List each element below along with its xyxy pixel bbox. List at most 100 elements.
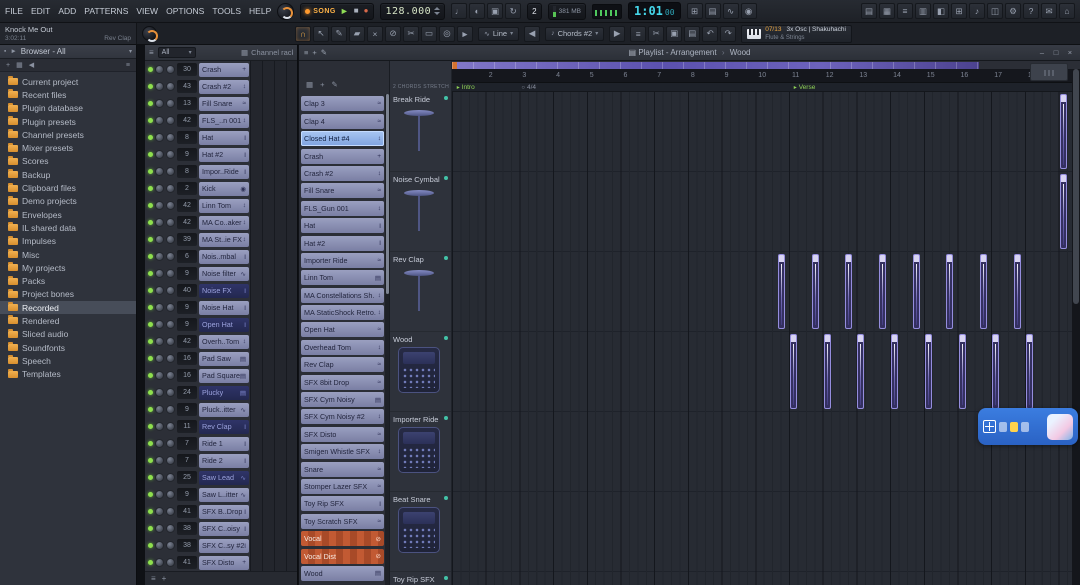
channel-number[interactable]: 8 bbox=[177, 131, 197, 144]
channel-row[interactable]: 7 Ride 1 Ⅰ bbox=[145, 435, 297, 452]
channel-enable-led[interactable] bbox=[148, 152, 153, 157]
channel-number[interactable]: 9 bbox=[177, 148, 197, 161]
loop-record-icon[interactable]: ↻ bbox=[505, 3, 521, 19]
browser-item[interactable]: Clipboard files bbox=[0, 181, 136, 194]
marker-row[interactable]: ▸ Intro ○ 4/4 ▸ Verse bbox=[452, 83, 1072, 92]
channel-pan-knob[interactable] bbox=[155, 218, 164, 227]
browser-header[interactable]: ▪► Browser - All ▾ bbox=[0, 45, 136, 59]
channel-row[interactable]: 6 Nois..mbal Ⅰ bbox=[145, 248, 297, 265]
track-led[interactable] bbox=[444, 96, 448, 100]
slice-tool-icon[interactable]: ✂ bbox=[403, 26, 419, 42]
mixer-icon[interactable]: ▥ bbox=[915, 3, 931, 19]
channel-row[interactable]: 2 Kick ◉ bbox=[145, 180, 297, 197]
channel-row[interactable]: 7 Ride 2 Ⅰ bbox=[145, 452, 297, 469]
track-led[interactable] bbox=[444, 256, 448, 260]
channel-volume-knob[interactable] bbox=[166, 558, 175, 567]
browser-item[interactable]: Mixer presets bbox=[0, 141, 136, 154]
browser-item[interactable]: Speech bbox=[0, 354, 136, 367]
channel-row[interactable]: 9 Hat #2 Ⅰ bbox=[145, 146, 297, 163]
channel-volume-knob[interactable] bbox=[166, 354, 175, 363]
picker-item[interactable]: Hat #2 Ⅰ bbox=[301, 236, 384, 251]
picker-draw-icon[interactable]: ✎ bbox=[331, 80, 337, 89]
browser-item[interactable]: Sliced audio bbox=[0, 328, 136, 341]
zoom-tool-icon[interactable]: ◎ bbox=[439, 26, 455, 42]
step-edit-icon[interactable]: ⊞ bbox=[687, 3, 703, 19]
channel-volume-knob[interactable] bbox=[166, 439, 175, 448]
metronome-icon[interactable]: ♩ bbox=[451, 3, 467, 19]
channel-pan-knob[interactable] bbox=[155, 388, 164, 397]
picker-scrollbar[interactable] bbox=[385, 94, 389, 585]
redo-icon[interactable]: ↷ bbox=[720, 26, 736, 42]
channel-pan-knob[interactable] bbox=[155, 456, 164, 465]
channel-row[interactable]: 38 SFX C..oisy Ⅰ bbox=[145, 520, 297, 537]
menu-item[interactable]: VIEW bbox=[136, 6, 158, 16]
audio-clip-wood[interactable] bbox=[992, 334, 999, 409]
channel-row[interactable]: 9 Saw L..itter ∿ bbox=[145, 486, 297, 503]
overdub-icon[interactable]: ◉ bbox=[741, 3, 757, 19]
channel-row[interactable]: 9 Noise filter ∿ bbox=[145, 265, 297, 282]
channel-pan-knob[interactable] bbox=[155, 99, 164, 108]
channel-number[interactable]: 7 bbox=[177, 437, 197, 450]
channel-volume-knob[interactable] bbox=[166, 541, 175, 550]
menu-item[interactable]: FILE bbox=[5, 6, 23, 16]
channel-number[interactable]: 30 bbox=[177, 63, 197, 76]
minimize-button[interactable]: – bbox=[1037, 48, 1047, 57]
channel-number[interactable]: 42 bbox=[177, 199, 197, 212]
picker-item[interactable]: Crash + bbox=[301, 149, 384, 164]
browser-item[interactable]: Channel presets bbox=[0, 128, 136, 141]
channel-volume-knob[interactable] bbox=[166, 320, 175, 329]
channel-volume-knob[interactable] bbox=[166, 218, 175, 227]
help-icon[interactable]: ? bbox=[1023, 3, 1039, 19]
piano-roll-icon[interactable]: ▦ bbox=[879, 3, 895, 19]
channel-number[interactable]: 41 bbox=[177, 505, 197, 518]
channel-enable-led[interactable] bbox=[148, 169, 153, 174]
audio-clip-rev-clap[interactable] bbox=[913, 254, 920, 329]
chevron-down-icon[interactable]: ▾ bbox=[129, 48, 132, 55]
wait-input-icon[interactable]: ◐ bbox=[469, 3, 485, 19]
channel-button[interactable]: Noise filter ∿ bbox=[199, 267, 249, 281]
browser-item[interactable]: IL shared data bbox=[0, 221, 136, 234]
channel-volume-knob[interactable] bbox=[166, 405, 175, 414]
play-button[interactable]: ► bbox=[339, 7, 350, 16]
channel-pan-knob[interactable] bbox=[155, 371, 164, 380]
playlist-track-header[interactable]: Importer Ride bbox=[390, 412, 451, 492]
audio-clip-wood[interactable] bbox=[1026, 334, 1033, 409]
channel-button[interactable]: Ride 1 Ⅰ bbox=[199, 437, 249, 451]
channel-pan-knob[interactable] bbox=[155, 150, 164, 159]
channel-volume-knob[interactable] bbox=[166, 235, 175, 244]
channel-pan-knob[interactable] bbox=[155, 473, 164, 482]
channel-enable-led[interactable] bbox=[148, 475, 153, 480]
channel-pan-knob[interactable] bbox=[155, 269, 164, 278]
menu-item[interactable]: PATTERNS bbox=[84, 6, 128, 16]
browser-item[interactable]: Recent files bbox=[0, 88, 136, 101]
vertical-scrollbar[interactable] bbox=[1072, 69, 1080, 585]
channel-number[interactable]: 2 bbox=[177, 182, 197, 195]
snap-magnet-icon[interactable]: ∩ bbox=[295, 26, 311, 42]
channel-volume-knob[interactable] bbox=[166, 82, 175, 91]
channel-row[interactable]: 42 Linn Tom ↕ bbox=[145, 197, 297, 214]
channel-number[interactable]: 38 bbox=[177, 522, 197, 535]
picker-view-icon[interactable]: ▦ bbox=[306, 80, 313, 89]
browser-item[interactable]: Impulses bbox=[0, 235, 136, 248]
channel-button[interactable]: Plucky ▤ bbox=[199, 386, 249, 400]
channel-row[interactable]: 43 Crash #2 ↕ bbox=[145, 78, 297, 95]
playlist-titlebar[interactable]: ≡+✎ ▤ Playlist - Arrangement › Wood –□× bbox=[299, 45, 1080, 61]
channel-number[interactable]: 9 bbox=[177, 403, 197, 416]
picker-item[interactable]: Crash #2 ↕ bbox=[301, 166, 384, 181]
channel-volume-knob[interactable] bbox=[166, 167, 175, 176]
copy-icon[interactable]: ▣ bbox=[666, 26, 682, 42]
channel-volume-knob[interactable] bbox=[166, 524, 175, 533]
channel-number[interactable]: 42 bbox=[177, 216, 197, 229]
channel-number[interactable]: 6 bbox=[177, 250, 197, 263]
channel-pan-knob[interactable] bbox=[155, 439, 164, 448]
browser-play-icon[interactable]: ► bbox=[10, 48, 16, 55]
channel-volume-knob[interactable] bbox=[166, 116, 175, 125]
browser-item[interactable]: Demo projects bbox=[0, 195, 136, 208]
channel-enable-led[interactable] bbox=[148, 322, 153, 327]
maximize-button[interactable]: □ bbox=[1051, 48, 1061, 57]
channel-button[interactable]: Noise FX Ⅰ bbox=[199, 284, 249, 298]
playlist-track-header[interactable]: Break Ride bbox=[390, 92, 451, 172]
channel-button[interactable]: Crash + bbox=[199, 63, 249, 77]
channel-number[interactable]: 13 bbox=[177, 97, 197, 110]
channel-enable-led[interactable] bbox=[148, 135, 153, 140]
